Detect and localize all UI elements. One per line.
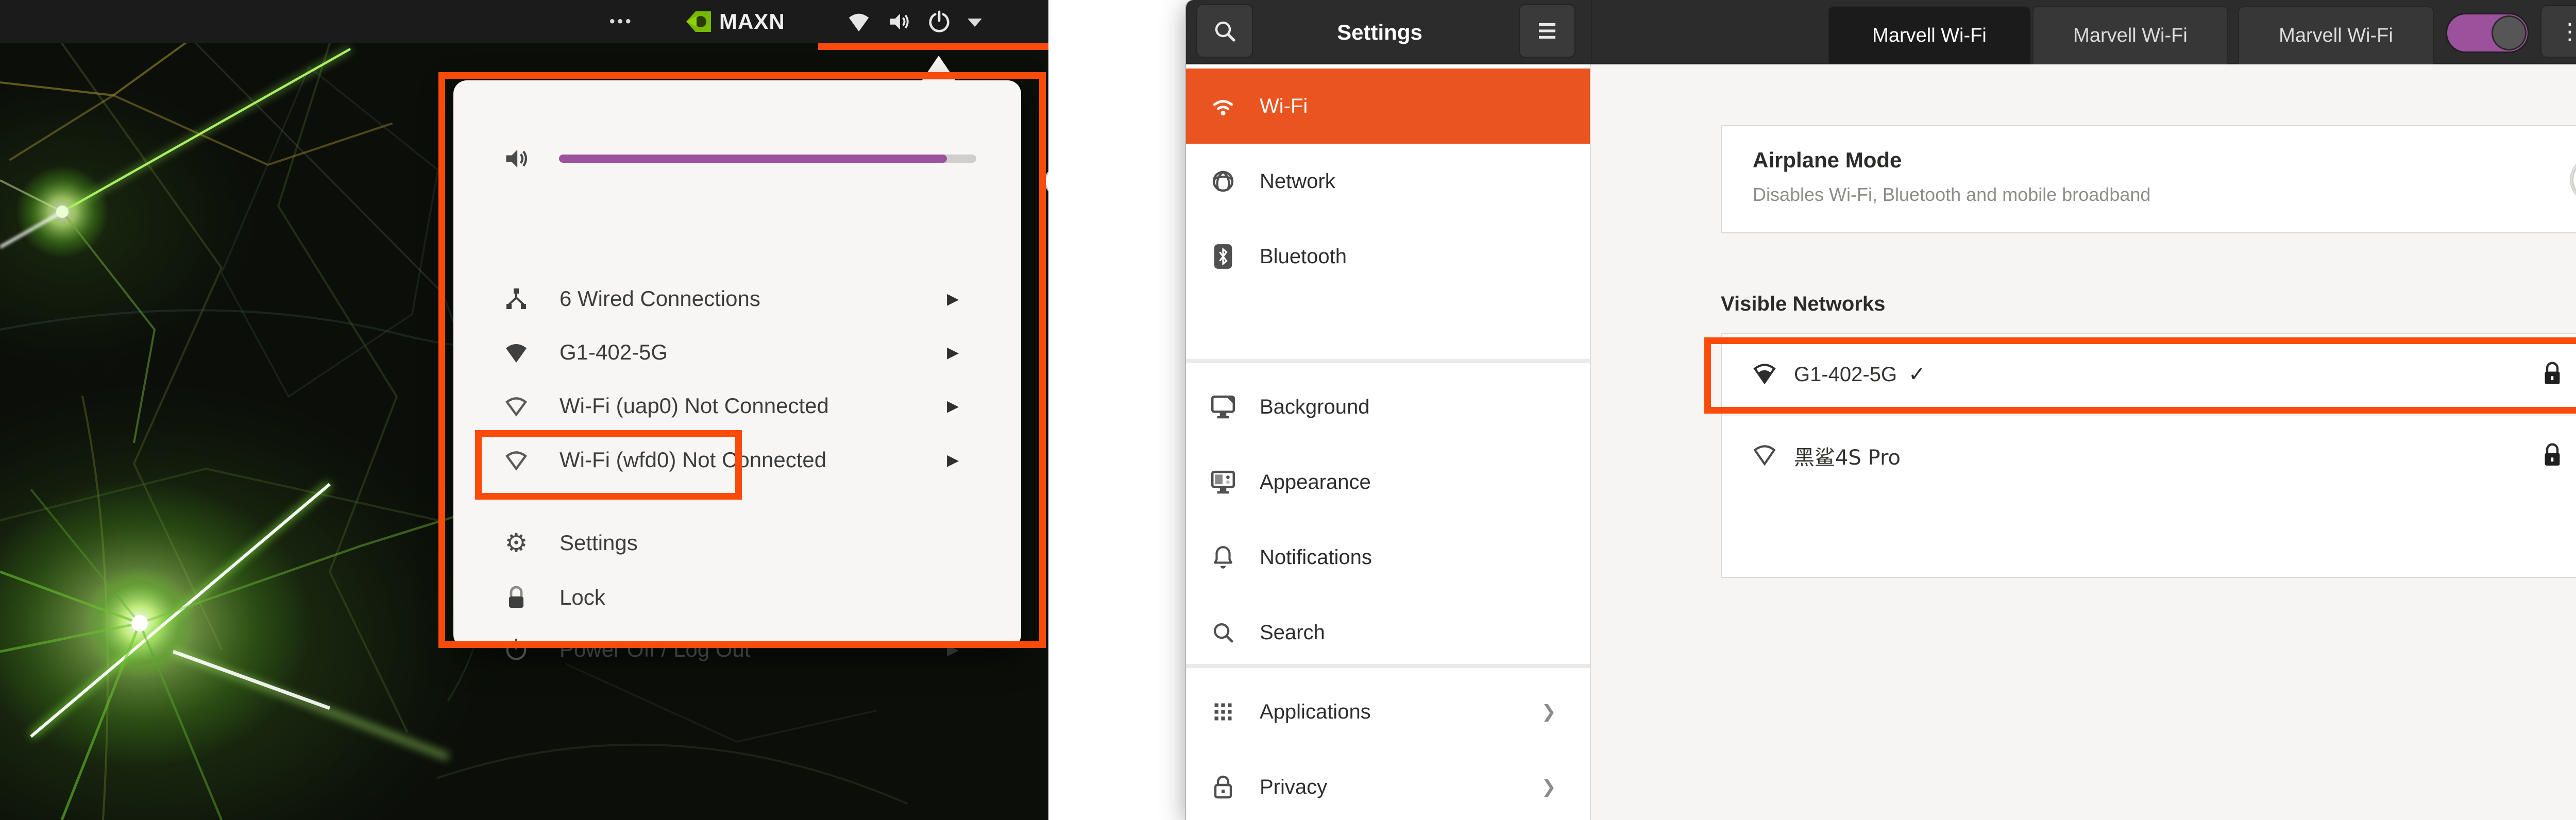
kebab-menu-button[interactable]: ⋮ — [2540, 5, 2576, 58]
tab-marvell-wifi-1[interactable]: Marvell Wi-Fi — [1828, 6, 2031, 64]
tab-label: Marvell Wi-Fi — [1872, 25, 1987, 47]
network-name: 黑鲨4S Pro — [1794, 441, 1901, 471]
wifi-outline-icon — [1752, 441, 1777, 470]
headerbar-toggle-switch[interactable] — [2446, 13, 2529, 53]
headerbar-divider — [1591, 0, 1592, 64]
nvidia-logo-icon — [681, 8, 715, 35]
settings-sidebar: Wi-Fi Network Bluetooth — [1186, 64, 1591, 820]
window-title: Settings — [1287, 0, 1472, 64]
sidebar-item-label: Wi-Fi — [1260, 95, 1308, 118]
annotation-system-menu-box — [438, 72, 1046, 648]
annotation-tray-underline — [818, 43, 1048, 50]
chevron-right-icon: ❯ — [1541, 777, 1556, 797]
chevron-down-icon — [968, 19, 982, 27]
annotation-settings-item-box — [475, 430, 742, 500]
airplane-mode-toggle[interactable] — [2570, 157, 2576, 202]
sidebar-item-search[interactable]: Search — [1186, 595, 1590, 670]
bell-icon — [1210, 544, 1236, 570]
sidebar-item-applications[interactable]: Applications ❯ — [1186, 674, 1590, 749]
sidebar-separator — [1186, 359, 1590, 363]
privacy-lock-icon — [1210, 775, 1236, 799]
bluetooth-icon — [1210, 243, 1236, 270]
visible-networks-heading: Visible Networks — [1721, 293, 1885, 316]
sidebar-item-label: Bluetooth — [1260, 245, 1347, 268]
desktop-screenshot: ••• MAXN — [0, 0, 1048, 820]
sidebar-item-label: Background — [1260, 396, 1369, 419]
airplane-mode-title: Airplane Mode — [1753, 148, 1902, 173]
tab-label: Marvell Wi-Fi — [2279, 25, 2393, 47]
sidebar-item-label: Appearance — [1260, 471, 1371, 494]
search-icon — [1212, 19, 1237, 43]
toggle-knob — [2572, 160, 2576, 200]
sidebar-item-notifications[interactable]: Notifications — [1186, 520, 1590, 595]
tab-marvell-wifi-2[interactable]: Marvell Wi-Fi — [2032, 6, 2228, 64]
window-headerbar: Settings Marvell Wi-Fi Marvell Wi-Fi Mar… — [1186, 0, 2576, 64]
toggle-knob — [2492, 15, 2527, 50]
search-icon — [1210, 621, 1236, 644]
system-tray[interactable] — [840, 0, 982, 43]
wifi-panel: Airplane Mode Disables Wi-Fi, Bluetooth … — [1591, 64, 2576, 820]
sidebar-item-bluetooth[interactable]: Bluetooth — [1186, 219, 1590, 294]
settings-window: Settings Marvell Wi-Fi Marvell Wi-Fi Mar… — [1185, 0, 2576, 820]
wifi-status-icon — [847, 10, 871, 33]
airplane-mode-subtitle: Disables Wi-Fi, Bluetooth and mobile bro… — [1753, 184, 2150, 206]
network-row-blackshark[interactable]: 黑鲨4S Pro — [1722, 416, 2576, 496]
sidebar-item-privacy[interactable]: Privacy ❯ — [1186, 749, 1590, 820]
sidebar-item-label: Applications — [1260, 701, 1371, 724]
sidebar-separator — [1186, 664, 1590, 668]
sidebar-item-network[interactable]: Network — [1186, 144, 1590, 219]
volume-status-icon — [887, 10, 911, 33]
ellipsis-menu[interactable]: ••• — [609, 0, 634, 43]
wifi-icon — [1210, 93, 1236, 119]
chevron-right-icon: ❯ — [1541, 702, 1556, 722]
monitor-icon — [1210, 395, 1236, 419]
search-button[interactable] — [1196, 4, 1253, 58]
sidebar-item-label: Network — [1260, 170, 1335, 193]
hamburger-menu-button[interactable] — [1519, 4, 1575, 58]
sidebar-item-label: Search — [1260, 621, 1325, 644]
power-status-icon — [927, 10, 951, 33]
performance-mode-label: MAXN — [719, 9, 785, 34]
sidebar-item-wifi[interactable]: Wi-Fi — [1186, 69, 1590, 144]
tab-label: Marvell Wi-Fi — [2073, 25, 2188, 47]
tab-marvell-wifi-3[interactable]: Marvell Wi-Fi — [2238, 6, 2434, 64]
airplane-mode-card: Airplane Mode Disables Wi-Fi, Bluetooth … — [1721, 125, 2576, 233]
appearance-icon — [1210, 470, 1236, 494]
sidebar-item-appearance[interactable]: Appearance — [1186, 445, 1590, 520]
sidebar-item-label: Notifications — [1260, 546, 1372, 569]
kebab-icon: ⋮ — [2558, 19, 2576, 45]
top-bar: ••• MAXN — [0, 0, 1048, 43]
lock-icon — [2542, 442, 2563, 472]
performance-mode-indicator[interactable]: MAXN — [681, 0, 785, 43]
sidebar-item-background[interactable]: Background — [1186, 369, 1590, 445]
globe-icon — [1210, 169, 1236, 194]
grid-icon — [1210, 701, 1236, 723]
hamburger-icon — [1535, 20, 1560, 42]
annotation-network-row-box — [1704, 337, 2576, 414]
sidebar-item-label: Privacy — [1260, 776, 1327, 799]
